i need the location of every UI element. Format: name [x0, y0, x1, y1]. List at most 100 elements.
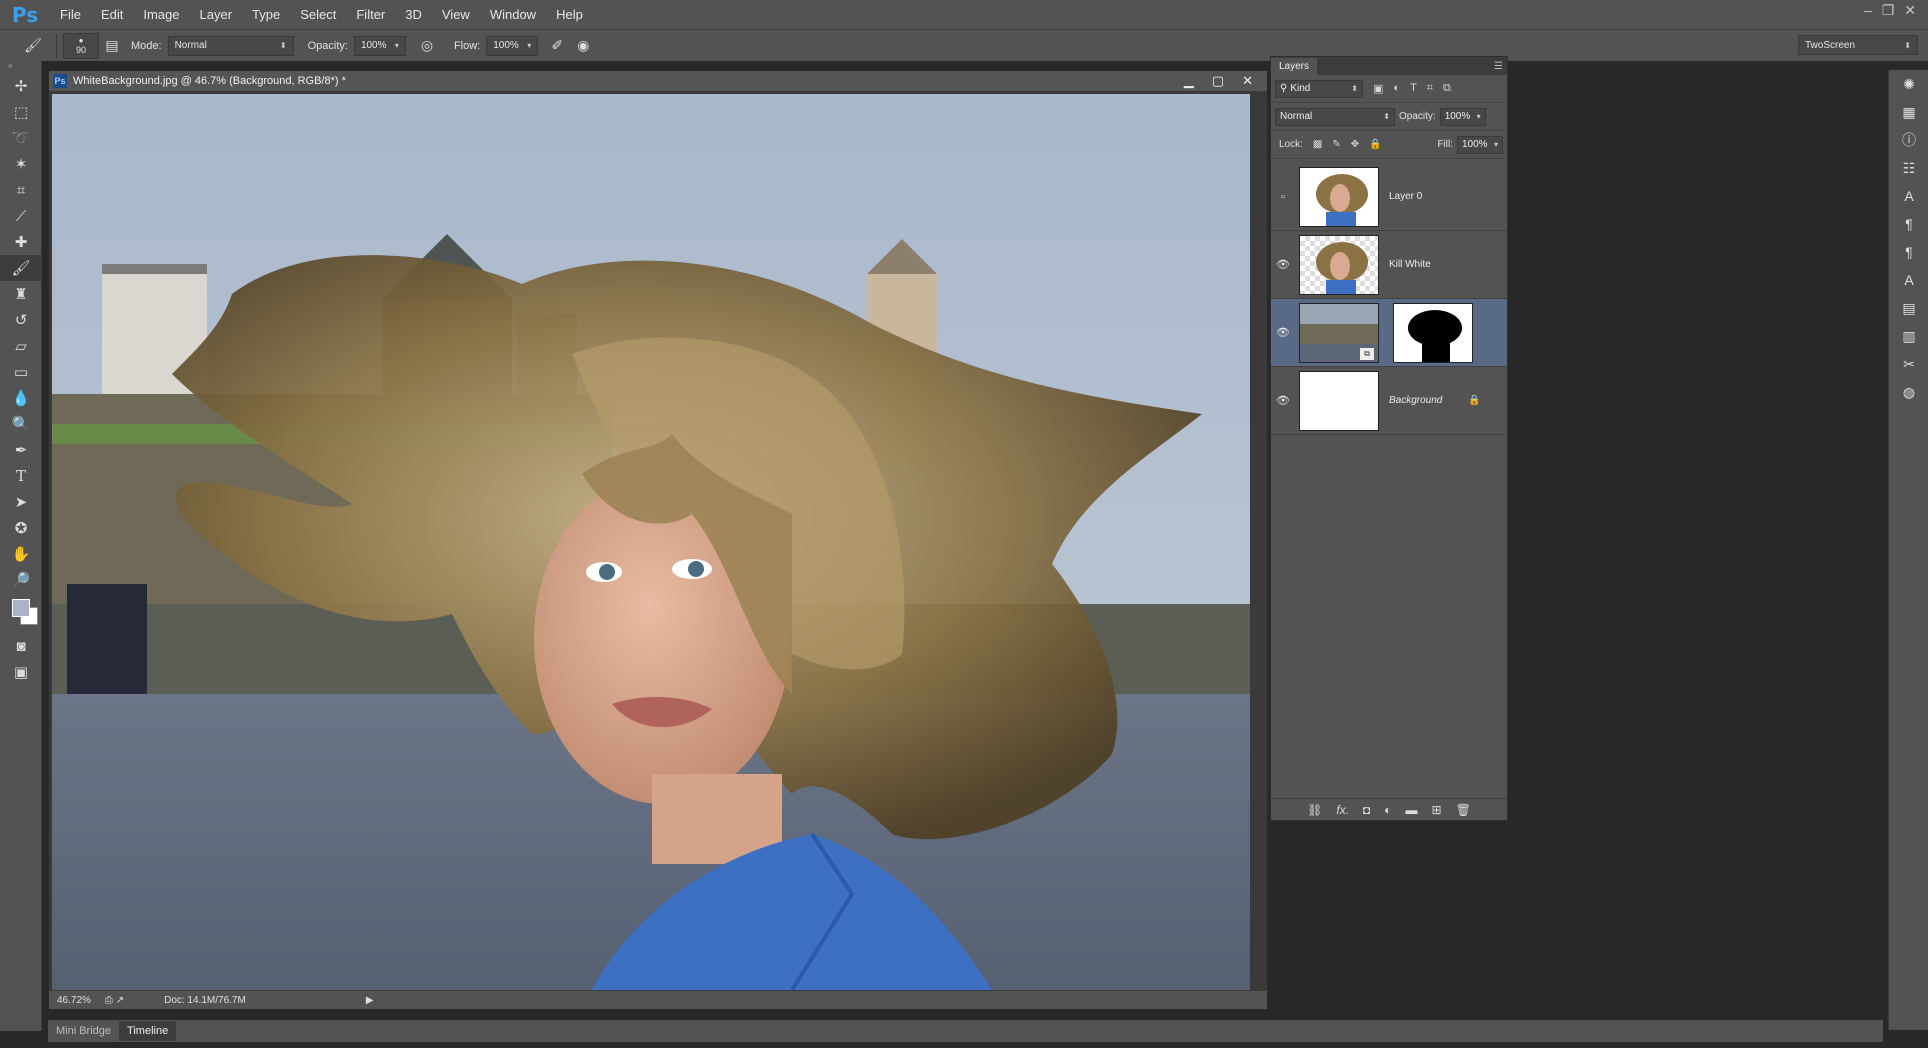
navigator-icon[interactable]: ✺	[1889, 70, 1928, 98]
layer-row[interactable]: 👁 Kill White	[1271, 231, 1507, 299]
eye-icon[interactable]: 👁	[1271, 326, 1295, 339]
image-canvas[interactable]	[52, 94, 1250, 990]
pressure-opacity-icon[interactable]: ◎	[414, 34, 440, 58]
opacity-field[interactable]: 100% ▾	[353, 35, 406, 56]
healing-brush-tool-icon[interactable]: ✚	[0, 229, 42, 255]
dodge-tool-icon[interactable]: 🔍	[0, 411, 42, 437]
type-tool-icon[interactable]: T	[0, 463, 42, 489]
lock-transparency-icon[interactable]: ▩	[1313, 139, 1322, 150]
menu-image[interactable]: Image	[133, 0, 189, 29]
brush-tool-preset-icon[interactable]: 🖌	[16, 34, 50, 58]
layer-opacity-field[interactable]: 100% ▾	[1439, 107, 1486, 126]
lasso-tool-icon[interactable]: ➰	[0, 125, 42, 151]
hand-tool-icon[interactable]: ✋	[0, 541, 42, 567]
clone-stamp-tool-icon[interactable]: ♜	[0, 281, 42, 307]
marquee-tool-icon[interactable]: ⬚	[0, 99, 42, 125]
layer-name[interactable]: Kill White	[1389, 259, 1431, 270]
history-brush-tool-icon[interactable]: ↺	[0, 307, 42, 333]
restore-icon[interactable]: ❐	[1882, 2, 1895, 19]
gradient-tool-icon[interactable]: ▭	[0, 359, 42, 385]
delete-layer-icon[interactable]: 🗑	[1456, 803, 1471, 817]
workspace-select[interactable]: TwoScreen ⬍	[1798, 35, 1918, 55]
menu-file[interactable]: File	[50, 0, 91, 29]
magic-wand-tool-icon[interactable]: ✶	[0, 151, 42, 177]
menu-3d[interactable]: 3D	[395, 0, 432, 29]
menu-filter[interactable]: Filter	[346, 0, 395, 29]
layer-mask-thumbnail[interactable]	[1393, 302, 1473, 363]
lock-position-icon[interactable]: ✥	[1351, 139, 1359, 150]
properties-icon[interactable]: ☷	[1889, 154, 1928, 182]
lock-pixels-icon[interactable]: ✎	[1332, 139, 1340, 150]
pressure-size-icon[interactable]: ◉	[570, 34, 596, 58]
brush-size-picker[interactable]: ● 90	[63, 32, 99, 59]
menu-select[interactable]: Select	[290, 0, 346, 29]
link-layers-icon[interactable]: ⛓	[1307, 803, 1322, 817]
add-mask-icon[interactable]: ◘	[1363, 803, 1370, 817]
close-icon[interactable]: ✕	[1904, 2, 1916, 19]
visibility-toggle-empty[interactable]: ▫	[1271, 191, 1295, 203]
play-icon[interactable]: ▶	[366, 995, 374, 1006]
mode-select[interactable]: Normal ⬍	[167, 35, 294, 56]
menu-type[interactable]: Type	[242, 0, 290, 29]
tab-layers[interactable]: Layers	[1271, 58, 1318, 75]
menu-layer[interactable]: Layer	[190, 0, 243, 29]
new-group-icon[interactable]: ▬	[1406, 803, 1418, 817]
new-adjustment-layer-icon[interactable]: ◐	[1384, 803, 1391, 817]
fill-field[interactable]: 100% ▾	[1457, 135, 1503, 154]
layer-row[interactable]: ▫ Layer 0	[1271, 163, 1507, 231]
export-icon[interactable]: ⎙ ↗	[105, 995, 124, 1006]
layer-row[interactable]: 👁 Background 🔒	[1271, 367, 1507, 435]
foreground-color-swatch[interactable]	[12, 599, 30, 617]
blur-tool-icon[interactable]: 💧	[0, 385, 42, 411]
blend-mode-select[interactable]: Normal ⬍	[1275, 107, 1395, 126]
character-styles-icon[interactable]: A	[1889, 266, 1928, 294]
filter-type-icon[interactable]: T	[1410, 82, 1417, 95]
flow-field[interactable]: 100% ▾	[486, 35, 539, 56]
close-icon[interactable]: ✕	[1242, 73, 1253, 89]
brush-tool-icon[interactable]: 🖌	[0, 255, 42, 281]
menu-help[interactable]: Help	[546, 0, 593, 29]
filter-pixel-icon[interactable]: ▣	[1373, 82, 1383, 95]
lock-all-icon[interactable]: 🔒	[1369, 139, 1381, 150]
shape-tool-icon[interactable]: ✪	[0, 515, 42, 541]
eyedropper-tool-icon[interactable]: ⟋	[0, 203, 42, 229]
airbrush-icon[interactable]: ✐	[544, 34, 570, 58]
layer-name[interactable]: Layer 0	[1389, 191, 1422, 202]
zoom-level[interactable]: 46.72%	[57, 995, 91, 1006]
filter-smart-object-icon[interactable]: ⧉	[1443, 82, 1451, 95]
menu-view[interactable]: View	[432, 0, 480, 29]
filter-adjustment-icon[interactable]: ◐	[1393, 82, 1400, 95]
minimize-icon[interactable]: ▁	[1184, 73, 1194, 89]
crop-tool-icon[interactable]: ⌗	[0, 177, 42, 203]
layer-name[interactable]: Background	[1389, 395, 1442, 406]
paragraph-styles-icon[interactable]: ¶	[1889, 238, 1928, 266]
tools-preset-icon[interactable]: ✂	[1889, 350, 1928, 378]
layer-kind-filter[interactable]: ⚲ Kind ⬍	[1275, 79, 1363, 98]
menu-window[interactable]: Window	[480, 0, 546, 29]
maximize-icon[interactable]: ▢	[1212, 73, 1224, 89]
actions-icon[interactable]: ▥	[1889, 322, 1928, 350]
info-icon[interactable]: ⓘ	[1889, 126, 1928, 154]
menu-edit[interactable]: Edit	[91, 0, 133, 29]
eraser-tool-icon[interactable]: ▱	[0, 333, 42, 359]
panel-menu-icon[interactable]: ☰	[1490, 61, 1507, 75]
path-selection-tool-icon[interactable]: ➤	[0, 489, 42, 515]
layer-row-selected[interactable]: 👁 ⧉	[1271, 299, 1507, 367]
paragraph-icon[interactable]: ¶	[1889, 210, 1928, 238]
brush-panel-toggle-icon[interactable]: ▤	[99, 34, 125, 58]
histogram-icon[interactable]: ▦	[1889, 98, 1928, 126]
move-tool-icon[interactable]: ✢	[0, 73, 42, 99]
tab-timeline[interactable]: Timeline	[119, 1021, 177, 1041]
eye-icon[interactable]: 👁	[1271, 258, 1295, 271]
character-icon[interactable]: A	[1889, 182, 1928, 210]
eye-icon[interactable]: 👁	[1271, 394, 1295, 407]
quick-mask-icon[interactable]: ◙	[0, 633, 42, 659]
screen-mode-icon[interactable]: ▣	[0, 659, 42, 685]
pen-tool-icon[interactable]: ✒	[0, 437, 42, 463]
tab-mini-bridge[interactable]: Mini Bridge	[48, 1021, 119, 1041]
zoom-tool-icon[interactable]: 🔎	[0, 567, 42, 593]
minimize-icon[interactable]: ‒	[1864, 2, 1872, 19]
fx-icon[interactable]: fx.	[1336, 803, 1349, 817]
new-layer-icon[interactable]: ⊞	[1432, 803, 1442, 817]
history-icon[interactable]: ▤	[1889, 294, 1928, 322]
